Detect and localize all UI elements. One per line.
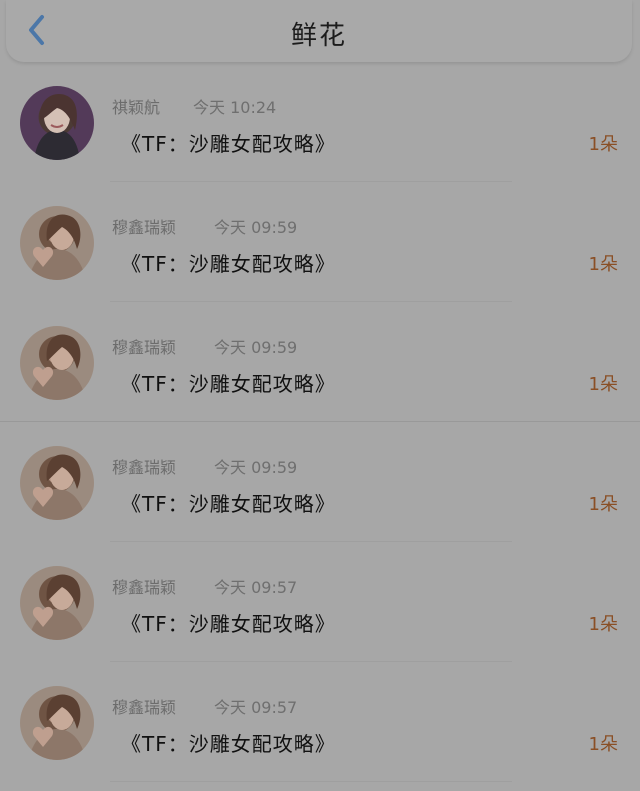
book-title: 《TF：沙雕女配攻略》 <box>121 252 336 276</box>
flower-record-row[interactable]: 穆鑫瑞颖 今天 09:59 《TF：沙雕女配攻略》 1朵 <box>0 302 640 422</box>
avatar-heart-hands-icon <box>28 454 86 520</box>
sender-name: 穆鑫瑞颖 <box>112 338 177 357</box>
heart-hands-avatar <box>20 206 94 280</box>
avatar-heart-hands-icon <box>28 334 86 400</box>
send-time: 今天 10:24 <box>193 98 277 117</box>
send-time: 今天 09:57 <box>214 698 298 717</box>
book-title: 《TF：沙雕女配攻略》 <box>121 132 336 156</box>
flower-count: 1朵 <box>588 254 618 275</box>
book-title: 《TF：沙雕女配攻略》 <box>121 492 336 516</box>
flower-count: 1朵 <box>588 614 618 635</box>
send-time: 今天 09:59 <box>214 218 298 237</box>
flower-record-row[interactable]: 穆鑫瑞颖 今天 09:57 《TF：沙雕女配攻略》 1朵 <box>0 542 640 662</box>
avatar-portrait-icon <box>34 94 80 160</box>
avatar-heart-hands-icon <box>28 574 86 640</box>
avatar-heart-hands-icon <box>28 694 86 760</box>
row-divider <box>110 781 512 782</box>
sender-name: 穆鑫瑞颖 <box>112 458 177 477</box>
heart-hands-avatar <box>20 566 94 640</box>
top-navigation-bar: 鲜花 <box>6 0 632 62</box>
sender-name: 穆鑫瑞颖 <box>112 578 177 597</box>
flower-record-row[interactable]: 穆鑫瑞颖 今天 09:57 《TF：沙雕女配攻略》 1朵 <box>0 662 640 782</box>
sender-name: 穆鑫瑞颖 <box>112 698 177 717</box>
flower-record-row[interactable]: 穆鑫瑞颖 今天 09:59 《TF：沙雕女配攻略》 1朵 <box>0 422 640 542</box>
flower-record-list: 祺颖航 今天 10:24 《TF：沙雕女配攻略》 1朵 穆鑫瑞颖 今天 09:5… <box>0 62 640 782</box>
flower-count: 1朵 <box>588 494 618 515</box>
flower-record-row[interactable]: 穆鑫瑞颖 今天 09:59 《TF：沙雕女配攻略》 1朵 <box>0 182 640 302</box>
book-title: 《TF：沙雕女配攻略》 <box>121 612 336 636</box>
flower-record-row[interactable]: 祺颖航 今天 10:24 《TF：沙雕女配攻略》 1朵 <box>0 62 640 182</box>
heart-hands-avatar <box>20 446 94 520</box>
avatar-heart-hands-icon <box>28 214 86 280</box>
book-title: 《TF：沙雕女配攻略》 <box>121 372 336 396</box>
heart-hands-avatar <box>20 326 94 400</box>
send-time: 今天 09:57 <box>214 578 298 597</box>
send-time: 今天 09:59 <box>214 458 298 477</box>
page-title: 鲜花 <box>290 21 347 51</box>
flower-count: 1朵 <box>588 734 618 755</box>
girl-portrait-avatar <box>20 86 94 160</box>
flower-records-screen: 鲜花 祺颖航 今天 10:24 《TF：沙雕女配攻略》 1朵 穆鑫瑞颖 今天 0… <box>0 0 640 791</box>
send-time: 今天 09:59 <box>214 338 298 357</box>
sender-name: 穆鑫瑞颖 <box>112 218 177 237</box>
flower-count: 1朵 <box>588 374 618 395</box>
flower-count: 1朵 <box>588 134 618 155</box>
book-title: 《TF：沙雕女配攻略》 <box>121 732 336 756</box>
heart-hands-avatar <box>20 686 94 760</box>
sender-name: 祺颖航 <box>112 98 161 117</box>
